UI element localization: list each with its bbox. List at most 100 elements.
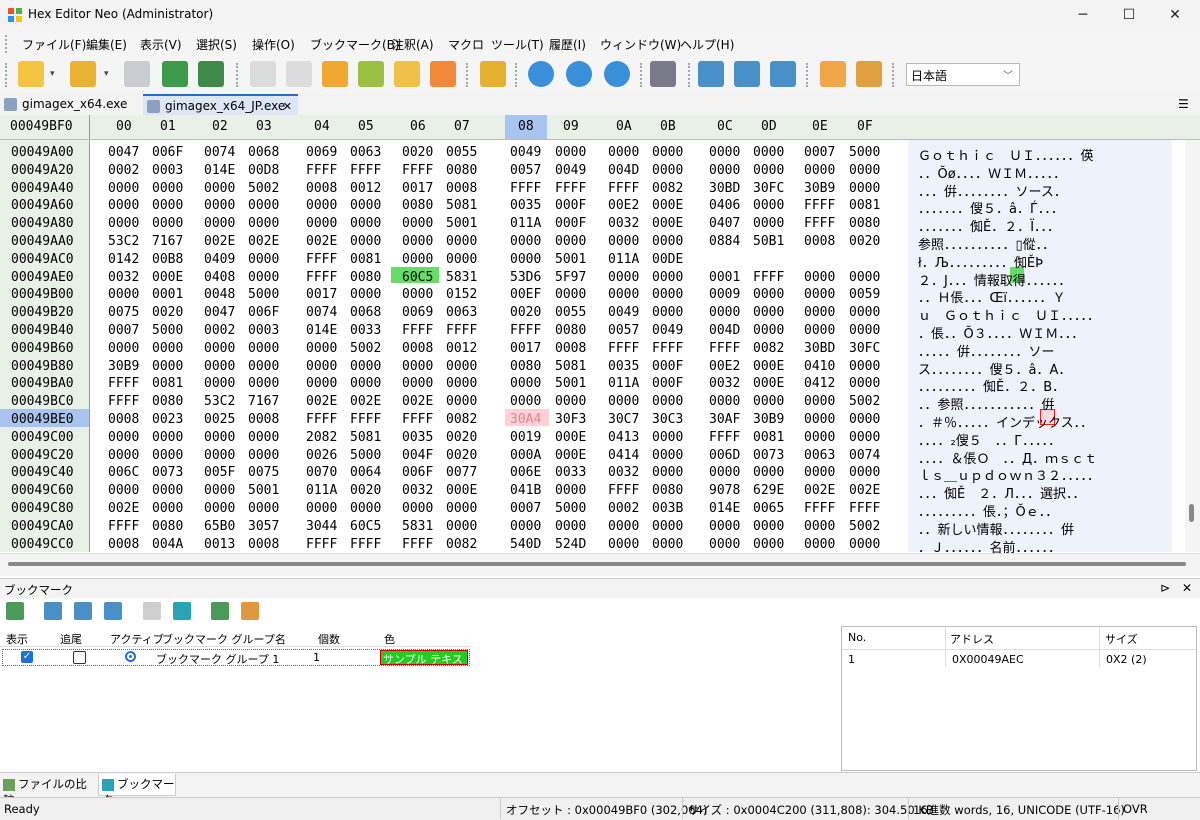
hex-cell[interactable]: 0000 — [849, 181, 880, 196]
hex-cell[interactable]: 0000 — [204, 483, 235, 498]
hex-cell[interactable]: 0000 — [652, 287, 683, 302]
hex-cell[interactable]: FFFF — [402, 537, 433, 552]
close-button[interactable]: ✕ — [1152, 0, 1198, 31]
hex-cell[interactable]: 0000 — [510, 519, 541, 534]
hex-cell[interactable]: 002E — [306, 234, 337, 249]
hex-cell[interactable]: 0000 — [608, 537, 639, 552]
hex-cell[interactable]: 0414 — [608, 448, 639, 463]
hex-cell[interactable]: 30BD — [804, 341, 835, 356]
hex-cell[interactable]: 0000 — [446, 376, 477, 391]
horizontal-scrollbar[interactable] — [0, 553, 1200, 576]
hex-cell[interactable]: 53C2 — [108, 234, 139, 249]
hex-cell[interactable]: FFFF — [804, 198, 835, 213]
text-row[interactable]: ．．参照．．．．．．．．．．．倂 — [918, 394, 1055, 413]
hex-cell[interactable]: 0000 — [402, 216, 433, 231]
hex-cell[interactable]: 0000 — [608, 234, 639, 249]
hex-cell[interactable]: 0000 — [510, 252, 541, 267]
pencil-icon[interactable] — [430, 61, 456, 87]
hex-cell[interactable]: 0000 — [152, 341, 183, 356]
hex-cell[interactable]: 0082 — [753, 341, 784, 356]
hex-cell[interactable]: 0000 — [402, 501, 433, 516]
hex-cell[interactable]: 0002 — [204, 323, 235, 338]
hex-cell[interactable]: 0000 — [753, 394, 784, 409]
hex-cell[interactable]: 0000 — [402, 287, 433, 302]
import-bookmark-icon[interactable] — [211, 602, 229, 620]
hex-cell[interactable]: 000E — [652, 216, 683, 231]
hex-cell[interactable]: 30A4 — [510, 412, 541, 427]
hex-cell[interactable]: 00D8 — [248, 163, 279, 178]
hex-cell[interactable]: 011A — [306, 483, 337, 498]
hex-cell[interactable]: 0000 — [350, 198, 381, 213]
hex-cell[interactable]: 0000 — [402, 252, 433, 267]
hex-cell[interactable]: 014E — [204, 163, 235, 178]
hex-cell[interactable]: 0000 — [709, 145, 740, 160]
hex-cell[interactable]: 30C7 — [608, 412, 639, 427]
menu-item-1[interactable]: ファイル(F) — [22, 36, 86, 53]
row-address[interactable]: 00049B20 — [11, 305, 74, 320]
hex-cell[interactable]: 5000 — [152, 323, 183, 338]
hex-cell[interactable]: 0082 — [446, 537, 477, 552]
hex-cell[interactable]: 0000 — [849, 270, 880, 285]
hex-cell[interactable]: 0000 — [204, 448, 235, 463]
hex-cell[interactable]: 0080 — [350, 270, 381, 285]
tab-file-compare[interactable]: ファイルの比較 — [3, 776, 97, 807]
text-row[interactable]: ．．．．．倂．．．．．．．．ソー — [918, 341, 1055, 360]
hex-cell[interactable]: 60C5 — [350, 519, 381, 534]
row-address[interactable]: 00049C60 — [11, 483, 74, 498]
hex-cell[interactable]: 0048 — [204, 287, 235, 302]
hex-cell[interactable]: 011A — [510, 216, 541, 231]
hex-cell[interactable]: FFFF — [804, 216, 835, 231]
hex-cell[interactable]: 0000 — [204, 359, 235, 374]
hex-cell[interactable]: 0001 — [709, 270, 740, 285]
text-row[interactable]: ．．．倁Ě ２．Л．．．選択．． — [918, 483, 1086, 502]
hex-cell[interactable]: FFFF — [350, 412, 381, 427]
hex-cell[interactable]: 5F97 — [555, 270, 586, 285]
hex-cell[interactable]: 0080 — [849, 216, 880, 231]
hex-cell[interactable]: 0081 — [350, 252, 381, 267]
tab-close-icon[interactable]: ✕ — [283, 96, 292, 117]
row-address[interactable]: 00049B60 — [11, 341, 74, 356]
hex-cell[interactable]: 004D — [608, 163, 639, 178]
hex-cell[interactable]: 0007 — [510, 501, 541, 516]
row-address[interactable]: 00049A80 — [11, 216, 74, 231]
hex-cell[interactable]: 0000 — [849, 376, 880, 391]
hex-cell[interactable]: 0409 — [204, 252, 235, 267]
hex-cell[interactable]: 005F — [204, 465, 235, 480]
hex-cell[interactable]: 0008 — [804, 234, 835, 249]
hex-cell[interactable]: 0000 — [204, 376, 235, 391]
hex-cell[interactable]: 0049 — [555, 163, 586, 178]
hex-cell[interactable]: 000F — [555, 216, 586, 231]
hex-cell[interactable]: 006F — [402, 465, 433, 480]
menu-item-12[interactable]: ヘルプ(H) — [680, 36, 734, 53]
hex-cell[interactable]: 0000 — [510, 394, 541, 409]
row-address[interactable]: 00049AE0 — [11, 270, 74, 285]
hex-cell[interactable]: 0035 — [402, 430, 433, 445]
hex-cell[interactable]: 0020 — [849, 234, 880, 249]
hex-cell[interactable]: 0000 — [753, 145, 784, 160]
hex-cell[interactable]: 0074 — [204, 145, 235, 160]
hex-cell[interactable]: FFFF — [402, 163, 433, 178]
row-address[interactable]: 00049CA0 — [11, 519, 74, 534]
hex-cell[interactable]: 0019 — [510, 430, 541, 445]
hex-cell[interactable]: 0000 — [804, 287, 835, 302]
hex-cell[interactable]: FFFF — [306, 270, 337, 285]
bookmark-add-icon[interactable] — [480, 61, 506, 87]
hex-cell[interactable]: 0000 — [652, 270, 683, 285]
hex-cell[interactable]: 50B1 — [753, 234, 784, 249]
hex-cell[interactable]: 000F — [555, 198, 586, 213]
hex-cell[interactable]: 524D — [555, 537, 586, 552]
save-icon[interactable] — [124, 61, 150, 87]
hex-cell[interactable]: 041B — [510, 483, 541, 498]
hex-cell[interactable]: 000E — [753, 376, 784, 391]
hex-cell[interactable]: 0074 — [306, 305, 337, 320]
hex-cell[interactable]: 002E — [804, 483, 835, 498]
hex-cell[interactable]: 0000 — [204, 181, 235, 196]
hex-cell[interactable]: 0000 — [753, 465, 784, 480]
text-row[interactable]: ．Ｊ．．．．．．名前．．．．．． — [918, 537, 1061, 556]
hex-cell[interactable]: 0000 — [306, 376, 337, 391]
hex-cell[interactable]: 0000 — [402, 376, 433, 391]
hex-cell[interactable]: 0000 — [849, 359, 880, 374]
hex-cell[interactable]: 0000 — [652, 519, 683, 534]
hex-cell[interactable]: 0000 — [753, 537, 784, 552]
row-address[interactable]: 00049C40 — [11, 465, 74, 480]
